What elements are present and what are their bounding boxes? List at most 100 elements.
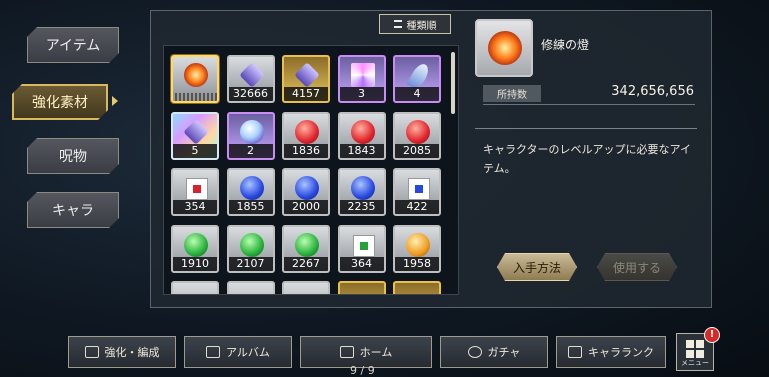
- item-tile[interactable]: 2085: [393, 111, 441, 160]
- item-tile[interactable]: 354: [171, 168, 219, 216]
- item-count: 1855: [228, 200, 273, 214]
- notification-badge: !: [704, 327, 720, 343]
- use-button[interactable]: 使用する: [597, 253, 677, 281]
- item-tile[interactable]: 2: [226, 111, 275, 160]
- item-tile[interactable]: 422: [393, 168, 441, 216]
- orange-flame-icon: [406, 232, 430, 257]
- crystal-icon: [183, 118, 209, 145]
- item-count: 354: [173, 200, 217, 214]
- detail-divider: [475, 128, 697, 129]
- green-box-icon: [352, 234, 375, 257]
- rank-icon: [568, 346, 582, 358]
- item-count: 3: [339, 87, 384, 101]
- sun-gem-icon: [184, 63, 208, 87]
- nav-label: ガチャ: [487, 346, 521, 359]
- category-tab-characters[interactable]: キャラ: [27, 192, 119, 228]
- team-icon: [84, 346, 99, 358]
- nav-album[interactable]: アルバム: [184, 336, 292, 368]
- item-tile[interactable]: [337, 281, 386, 294]
- item-count: 1958: [395, 256, 439, 271]
- item-count: 2000: [284, 200, 328, 214]
- item-count: 2267: [284, 256, 328, 271]
- blue-box-icon: [408, 178, 430, 200]
- category-tab-label: 強化素材: [32, 95, 88, 111]
- burst-icon: [350, 63, 375, 87]
- selected-item-name: 修練の燈: [541, 38, 590, 52]
- item-count: 2107: [228, 256, 273, 271]
- item-count: 364: [339, 256, 384, 271]
- item-tile[interactable]: [171, 281, 219, 294]
- item-tile[interactable]: [282, 281, 330, 294]
- sort-button-label: 種類順: [406, 20, 437, 32]
- item-tile[interactable]: 32666: [226, 55, 275, 103]
- item-tile[interactable]: 2235: [337, 168, 386, 216]
- item-tile[interactable]: [171, 55, 219, 103]
- green-flame-icon: [184, 232, 208, 257]
- item-tile[interactable]: 364: [337, 224, 386, 273]
- item-tile[interactable]: 2000: [282, 168, 330, 216]
- blue-flame-icon: [295, 176, 319, 200]
- blue-flame-icon: [350, 176, 375, 200]
- sort-button[interactable]: 種類順: [379, 14, 451, 34]
- item-count: 5: [173, 143, 217, 158]
- gacha-icon: [467, 346, 482, 358]
- crystal-icon: [294, 62, 320, 88]
- menu-label: メニュー: [681, 359, 709, 367]
- home-icon: [339, 346, 354, 358]
- category-tab-label: アイテム: [45, 38, 101, 54]
- nav-label: 強化・編成: [104, 346, 160, 359]
- item-tile[interactable]: 2107: [226, 224, 275, 273]
- green-flame-icon: [295, 232, 319, 257]
- nav-gacha[interactable]: ガチャ: [440, 336, 548, 368]
- nav-label: キャラランク: [588, 346, 654, 359]
- item-grid: 32666 4157 3 4 5 2 1836 1843 2085 354 1855 2000 2235…: [163, 45, 459, 295]
- nav-enhance-team[interactable]: 強化・編成: [68, 336, 176, 368]
- item-count: 1836: [284, 143, 328, 158]
- red-flame-icon: [295, 119, 319, 144]
- item-tile[interactable]: 1836: [282, 111, 330, 160]
- item-count: 1843: [339, 143, 384, 158]
- item-tile[interactable]: 4157: [282, 55, 330, 103]
- nav-label: アルバム: [226, 346, 270, 359]
- item-count: 2085: [395, 143, 439, 158]
- item-count: 4157: [284, 87, 328, 101]
- item-tile[interactable]: 1910: [171, 224, 219, 273]
- item-count: 1910: [173, 256, 217, 271]
- item-tile[interactable]: 3: [337, 55, 386, 103]
- category-tab-label: 呪物: [59, 149, 87, 165]
- category-tab-curses[interactable]: 呪物: [27, 138, 119, 174]
- item-tile[interactable]: [226, 281, 275, 294]
- category-tab-enhance-materials[interactable]: 強化素材: [12, 84, 108, 120]
- category-tab-items[interactable]: アイテム: [27, 27, 119, 63]
- item-count: 422: [395, 200, 439, 214]
- item-count: 4: [395, 87, 439, 101]
- obtain-method-button[interactable]: 入手方法: [497, 253, 577, 281]
- category-tab-label: キャラ: [52, 203, 94, 219]
- item-count: 2235: [339, 200, 384, 214]
- sort-icon: [393, 20, 402, 28]
- item-description: キャラクターのレベルアップに必要なアイテム。: [483, 143, 692, 175]
- album-icon: [206, 346, 221, 358]
- crystal-icon: [238, 62, 265, 88]
- item-count: 32666: [228, 87, 273, 101]
- blue-flame-icon: [239, 176, 264, 200]
- item-tile[interactable]: 5: [171, 111, 219, 160]
- selected-item-icon: [475, 19, 533, 77]
- item-tile[interactable]: 2267: [282, 224, 330, 273]
- item-gauge: [173, 93, 217, 101]
- owned-value: 342,656,656: [611, 84, 694, 99]
- item-tile[interactable]: 1855: [226, 168, 275, 216]
- nav-character-rank[interactable]: キャラランク: [556, 336, 666, 368]
- item-tile[interactable]: [393, 281, 441, 294]
- item-count: 2: [228, 143, 273, 158]
- orb-icon: [239, 119, 264, 144]
- item-tile[interactable]: 4: [393, 55, 441, 103]
- item-tile[interactable]: 1843: [337, 111, 386, 160]
- grid-scrollbar[interactable]: [451, 52, 455, 114]
- page-indicator: 9 / 9: [350, 364, 375, 377]
- red-flame-icon: [406, 119, 430, 144]
- green-flame-icon: [239, 232, 264, 257]
- item-tile[interactable]: 1958: [393, 224, 441, 273]
- red-flame-icon: [350, 119, 375, 144]
- active-arrow-icon: [112, 96, 118, 106]
